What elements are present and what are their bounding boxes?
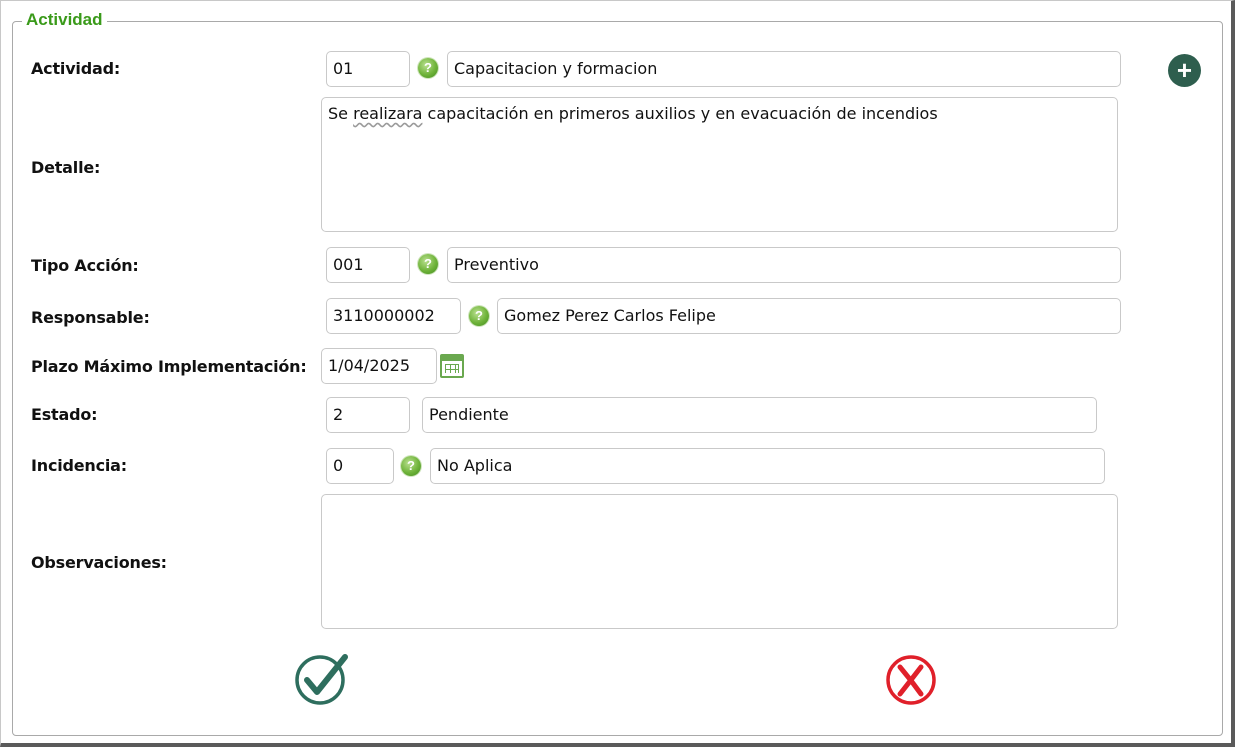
help-question-icon[interactable]: ?: [401, 456, 421, 476]
actividad-description-input[interactable]: Capacitacion y formacion: [447, 51, 1121, 87]
responsable-description-input[interactable]: Gomez Perez Carlos Felipe: [497, 298, 1121, 334]
observaciones-textarea[interactable]: [321, 494, 1118, 629]
detalle-text-misspelled: realizara: [353, 104, 423, 123]
calendar-icon[interactable]: [440, 354, 464, 378]
plazo-label: Plazo Máximo Implementación:: [31, 357, 307, 376]
responsable-label: Responsable:: [31, 308, 150, 327]
tipo-accion-label: Tipo Acción:: [31, 256, 139, 275]
actividad-code-input[interactable]: 01: [326, 51, 410, 87]
detalle-label: Detalle:: [31, 158, 101, 177]
estado-label: Estado:: [31, 405, 98, 424]
plus-circle-icon[interactable]: +: [1168, 54, 1201, 87]
detalle-textarea[interactable]: Se realizara capacitación en primeros au…: [321, 97, 1118, 232]
help-question-icon[interactable]: ?: [469, 306, 489, 326]
tipo-accion-code-input[interactable]: 001: [326, 247, 410, 283]
responsable-code-input[interactable]: 3110000002: [326, 298, 461, 334]
incidencia-description-input[interactable]: No Aplica: [430, 448, 1105, 484]
actividad-label: Actividad:: [31, 59, 121, 78]
fieldset-legend: Actividad: [22, 8, 107, 32]
incidencia-code-input[interactable]: 0: [326, 448, 394, 484]
tipo-accion-description-input[interactable]: Preventivo: [447, 247, 1121, 283]
estado-description-input[interactable]: Pendiente: [422, 397, 1097, 433]
observaciones-label: Observaciones:: [31, 553, 167, 572]
detalle-text-prefix: Se: [328, 104, 354, 123]
checkmark-circle-icon[interactable]: [294, 653, 350, 705]
estado-code-input[interactable]: 2: [326, 397, 410, 433]
help-question-icon[interactable]: ?: [418, 254, 438, 274]
incidencia-label: Incidencia:: [31, 456, 127, 475]
x-circle-icon[interactable]: [885, 655, 937, 705]
help-question-icon[interactable]: ?: [418, 58, 438, 78]
plazo-date-input[interactable]: 1/04/2025: [321, 348, 437, 384]
detalle-text-suffix: capacitación en primeros auxilios y en e…: [422, 104, 938, 123]
